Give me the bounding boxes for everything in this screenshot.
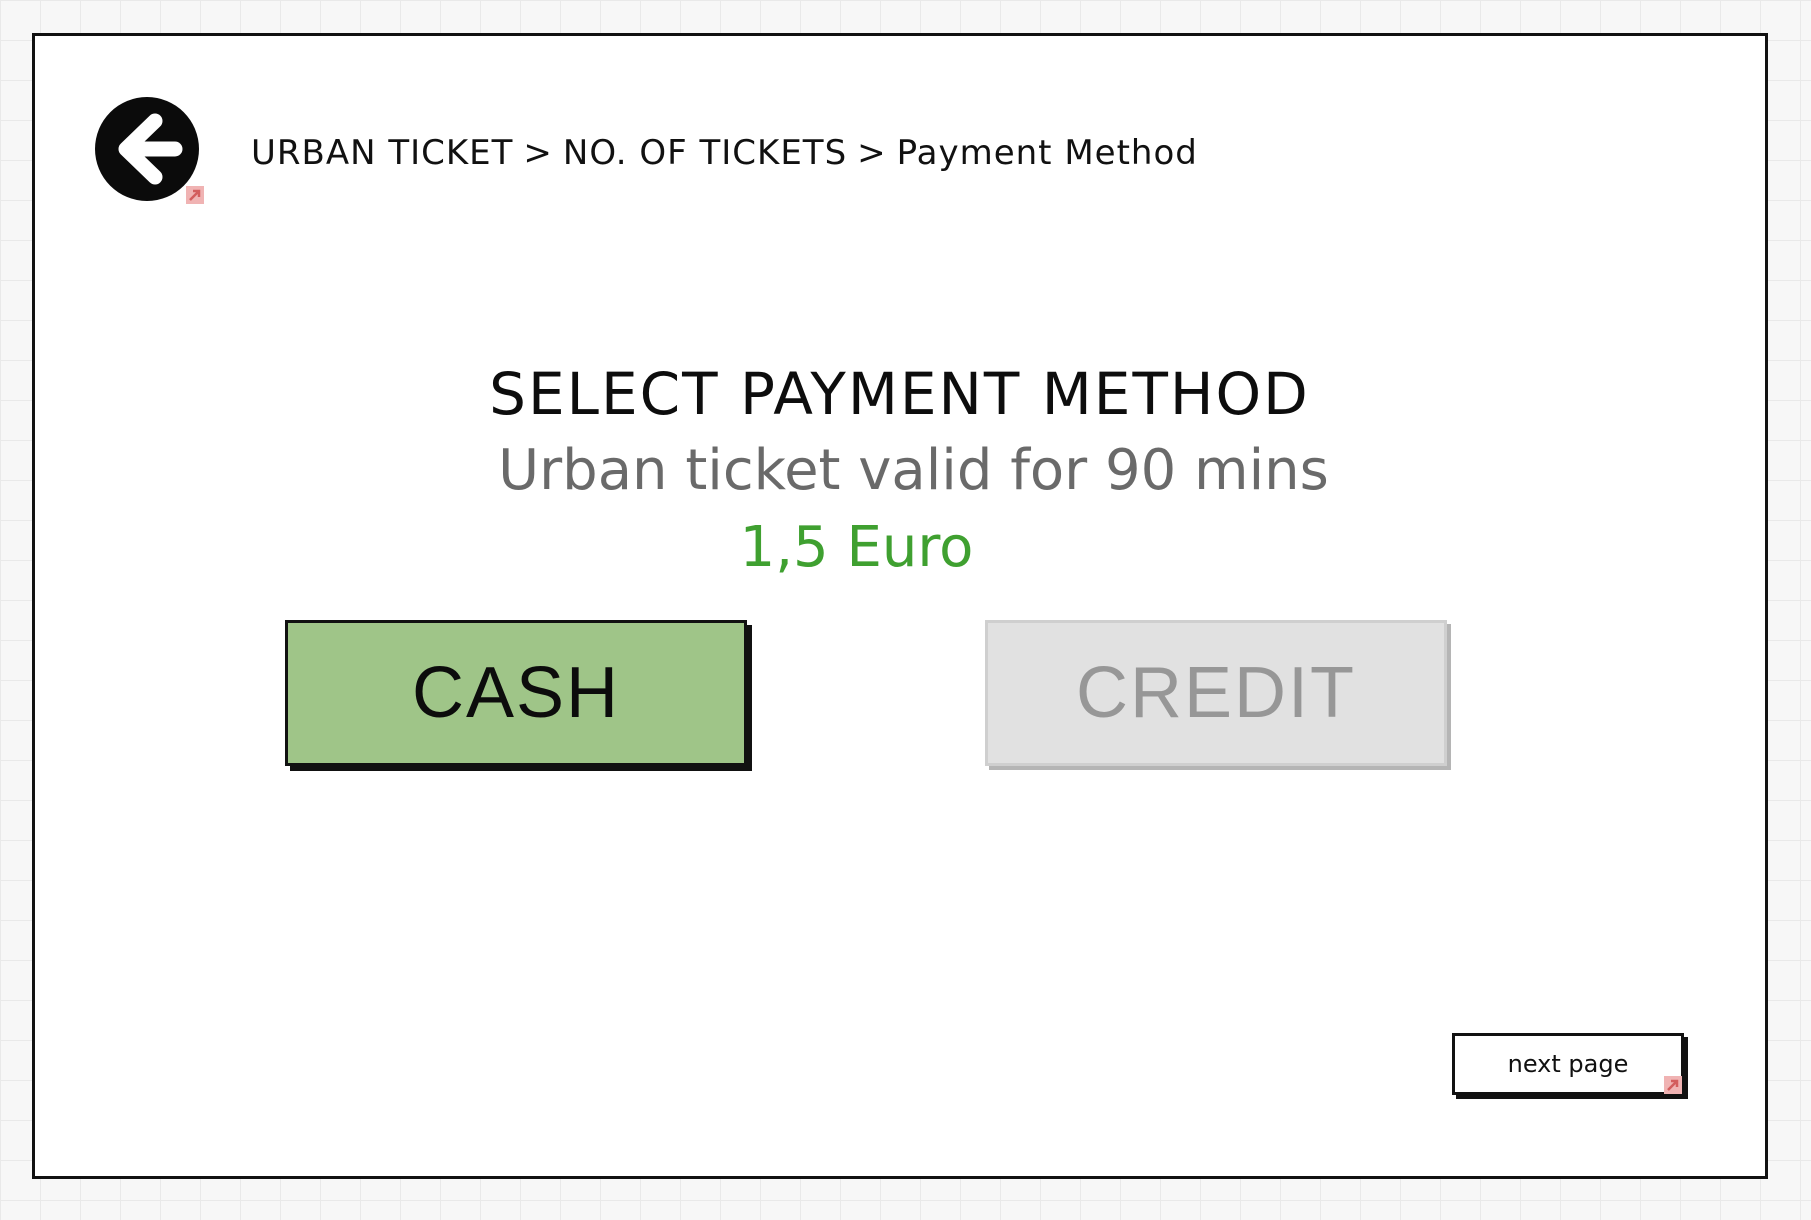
breadcrumb-item-payment-method: Payment Method — [896, 133, 1198, 173]
link-arrow-icon — [186, 186, 204, 204]
screen-frame — [32, 33, 1768, 1179]
credit-button[interactable]: CREDIT — [985, 620, 1447, 766]
ticket-price: 1,5 Euro — [739, 515, 974, 580]
breadcrumb: URBAN TICKET > NO. OF TICKETS > Payment Meth… — [251, 133, 1198, 173]
page-title: SELECT PAYMENT METHOD — [489, 360, 1310, 428]
breadcrumb-item-no-of-tickets[interactable]: NO. OF TICKETS — [563, 133, 847, 173]
cash-button[interactable]: CASH — [285, 620, 747, 766]
arrow-left-icon — [118, 113, 183, 185]
breadcrumb-separator: > — [523, 133, 553, 173]
breadcrumb-item-urban-ticket[interactable]: URBAN TICKET — [251, 133, 513, 173]
ticket-validity-text: Urban ticket valid for 90 mins — [498, 438, 1329, 503]
back-button[interactable] — [95, 97, 199, 201]
breadcrumb-separator: > — [857, 133, 887, 173]
next-page-button[interactable]: next page — [1452, 1033, 1684, 1095]
link-arrow-icon — [1664, 1076, 1682, 1094]
